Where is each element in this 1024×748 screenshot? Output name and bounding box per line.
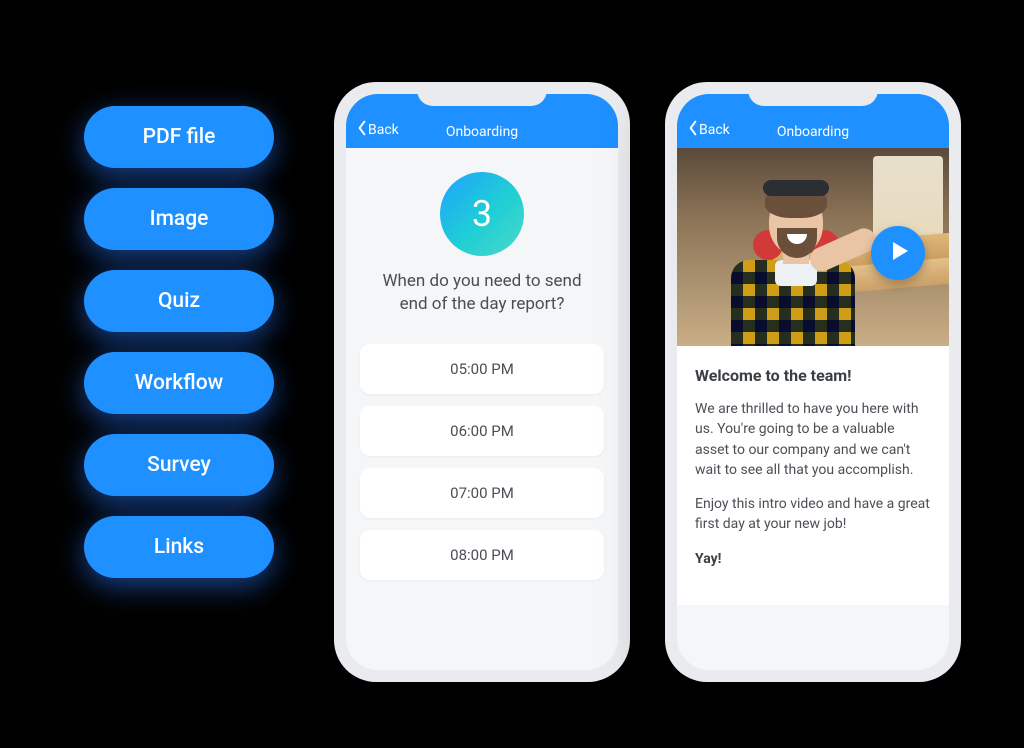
content-type-pill-stack: PDF file Image Quiz Workflow Survey Link… (84, 106, 274, 578)
quiz-body: 3 When do you need to send end of the da… (346, 148, 618, 594)
quiz-option[interactable]: 07:00 PM (360, 468, 604, 518)
welcome-heading: Welcome to the team! (695, 366, 931, 385)
pill-quiz[interactable]: Quiz (84, 270, 274, 332)
pill-image[interactable]: Image (84, 188, 274, 250)
phone-screen: Back Onboarding 3 When do you need to se… (346, 94, 618, 670)
quiz-option[interactable]: 06:00 PM (360, 406, 604, 456)
back-button[interactable]: Back (356, 120, 399, 140)
step-number-badge: 3 (440, 172, 524, 256)
welcome-paragraph: Enjoy this intro video and have a great … (695, 494, 931, 535)
phone-mockup-quiz: Back Onboarding 3 When do you need to se… (334, 82, 630, 682)
welcome-paragraph: We are thrilled to have you here with us… (695, 399, 931, 480)
chevron-left-icon (356, 120, 368, 140)
pill-label: PDF file (143, 125, 216, 149)
pill-pdf-file[interactable]: PDF file (84, 106, 274, 168)
pill-label: Workflow (135, 371, 223, 395)
pill-label: Quiz (158, 289, 200, 313)
welcome-yay: Yay! (695, 549, 931, 569)
chevron-left-icon (687, 120, 699, 140)
pill-workflow[interactable]: Workflow (84, 352, 274, 414)
play-icon (888, 241, 909, 265)
welcome-article: Welcome to the team! We are thrilled to … (677, 346, 949, 605)
quiz-option[interactable]: 05:00 PM (360, 344, 604, 394)
intro-video-thumbnail[interactable] (677, 148, 949, 346)
pill-label: Survey (147, 453, 211, 477)
pill-label: Links (154, 535, 204, 559)
phone-notch (417, 82, 547, 106)
back-button[interactable]: Back (687, 120, 730, 140)
back-label: Back (699, 122, 730, 138)
phone-screen: Back Onboarding (677, 94, 949, 670)
play-button[interactable] (871, 226, 925, 280)
phone-mockup-welcome: Back Onboarding (665, 82, 961, 682)
pill-survey[interactable]: Survey (84, 434, 274, 496)
quiz-options-list: 05:00 PM 06:00 PM 07:00 PM 08:00 PM (360, 344, 604, 580)
back-label: Back (368, 122, 399, 138)
quiz-question-text: When do you need to send end of the day … (360, 270, 604, 316)
pill-label: Image (150, 207, 209, 231)
pill-links[interactable]: Links (84, 516, 274, 578)
phone-notch (748, 82, 878, 106)
quiz-option[interactable]: 08:00 PM (360, 530, 604, 580)
